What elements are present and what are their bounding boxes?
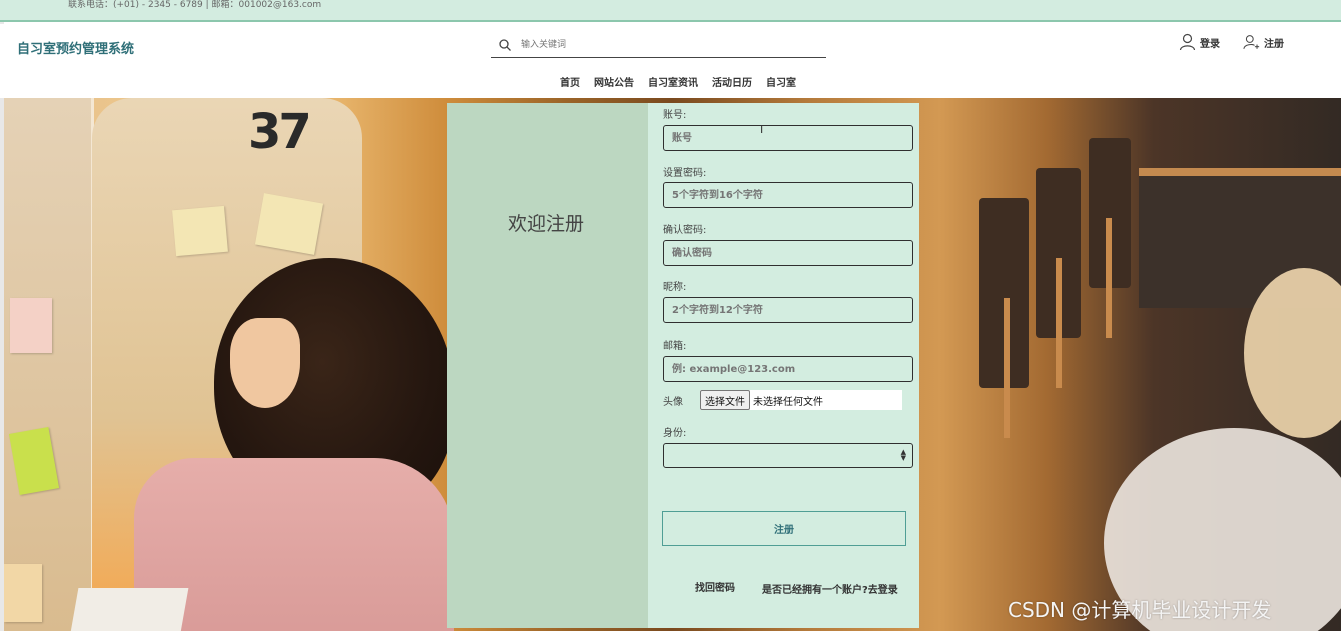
role-label: 身份: (663, 428, 687, 439)
nav-item-announcements[interactable]: 网站公告 (594, 74, 634, 89)
go-login-link[interactable]: 是否已经拥有一个账户?去登录 (762, 581, 898, 596)
email-input[interactable] (663, 356, 913, 382)
email-label: 邮箱: (663, 341, 687, 352)
seat-number: 37 (248, 104, 312, 160)
register-welcome-panel: 欢迎注册 (447, 103, 648, 628)
find-password-link[interactable]: 找回密码 (695, 579, 735, 594)
login-label[interactable]: 登录 (1200, 35, 1220, 50)
register-form: 账号: I 设置密码: 确认密码: 昵称: 邮箱: 头像 选择文件 未选择任何文… (648, 103, 919, 628)
role-select[interactable]: ▲ ▼ (663, 443, 913, 468)
csdn-watermark: CSDN @计算机毕业设计开发 (1008, 598, 1272, 622)
search-icon[interactable] (498, 38, 512, 52)
chair-leg (1106, 218, 1112, 338)
site-title[interactable]: 自习室预约管理系统 (17, 38, 134, 57)
choose-file-button[interactable]: 选择文件 (700, 390, 750, 410)
nickname-input[interactable] (663, 297, 913, 323)
confirm-password-input[interactable] (663, 240, 913, 266)
avatar-row: 头像 选择文件 未选择任何文件 (663, 390, 902, 410)
chair-leg (1004, 298, 1010, 438)
student-face (230, 318, 300, 408)
nav-item-calendar[interactable]: 活动日历 (712, 74, 752, 89)
add-user-icon (1243, 35, 1260, 49)
user-icon (1179, 33, 1196, 51)
select-arrows-icon: ▲ ▼ (900, 448, 906, 462)
search-input[interactable] (521, 36, 811, 54)
site-header: 自习室预约管理系统 登录 注册 首页 网站公告 自习室资讯 活动日历 自习室 (0, 24, 1341, 98)
welcome-heading: 欢迎注册 (508, 213, 585, 235)
account-input[interactable] (663, 125, 913, 151)
account-label: 账号: (663, 110, 687, 121)
sticky-note (254, 193, 324, 255)
nav-item-study-room[interactable]: 自习室 (766, 74, 796, 89)
nav-item-home[interactable]: 首页 (560, 74, 580, 89)
password-input[interactable] (663, 182, 913, 208)
register-label[interactable]: 注册 (1264, 35, 1284, 50)
avatar-file-input[interactable]: 选择文件 未选择任何文件 (700, 390, 902, 410)
text-cursor-icon: I (760, 123, 764, 136)
login-link[interactable]: 登录 (1179, 33, 1220, 51)
register-link[interactable]: 注册 (1243, 33, 1284, 51)
notebook (69, 588, 189, 631)
search-bar[interactable] (491, 34, 826, 58)
contact-info: 联系电话：(+01) - 2345 - 6789 | 邮箱：001002@163… (68, 0, 322, 10)
avatar-label: 头像 (663, 396, 683, 408)
register-submit-button[interactable]: 注册 (662, 511, 906, 546)
password-label: 设置密码: (663, 168, 707, 179)
cubicle-wall (4, 98, 94, 631)
confirm-password-label: 确认密码: (663, 225, 707, 236)
nav-item-news[interactable]: 自习室资讯 (648, 74, 698, 89)
contact-bar: 联系电话：(+01) - 2345 - 6789 | 邮箱：001002@163… (0, 0, 1341, 22)
sticky-note (10, 298, 52, 353)
chair-leg (1056, 258, 1062, 388)
main-nav: 首页 网站公告 自习室资讯 活动日历 自习室 (560, 74, 796, 89)
sticky-note (172, 205, 228, 257)
file-status: 未选择任何文件 (753, 396, 823, 408)
sticky-note (4, 564, 42, 622)
nickname-label: 昵称: (663, 282, 687, 293)
